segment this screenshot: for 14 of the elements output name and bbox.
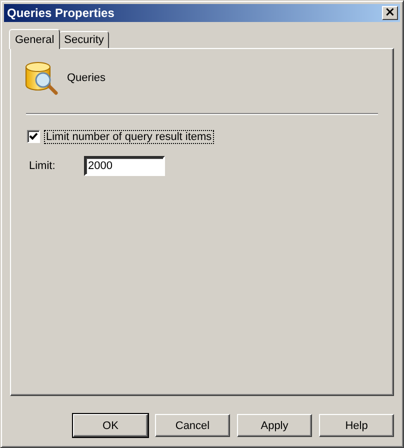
close-button[interactable]: × <box>382 6 398 20</box>
database-search-icon <box>25 61 59 95</box>
limit-field[interactable]: 2000 <box>84 156 165 176</box>
limit-label: Limit: <box>29 160 56 172</box>
dialog-button[interactable]: OK <box>73 414 148 437</box>
dialog-button[interactable]: Apply <box>237 414 312 437</box>
object-name: Queries <box>67 72 106 84</box>
window-title: Queries Properties <box>7 6 114 20</box>
tab[interactable]: General <box>9 29 60 49</box>
dialog-button[interactable]: Cancel <box>155 414 230 437</box>
checkbox-label: Limit number of query result items <box>45 130 213 142</box>
tab[interactable]: Security <box>59 31 109 48</box>
limit-checkbox[interactable] <box>27 130 40 143</box>
dialog-button[interactable]: Help <box>319 414 394 437</box>
